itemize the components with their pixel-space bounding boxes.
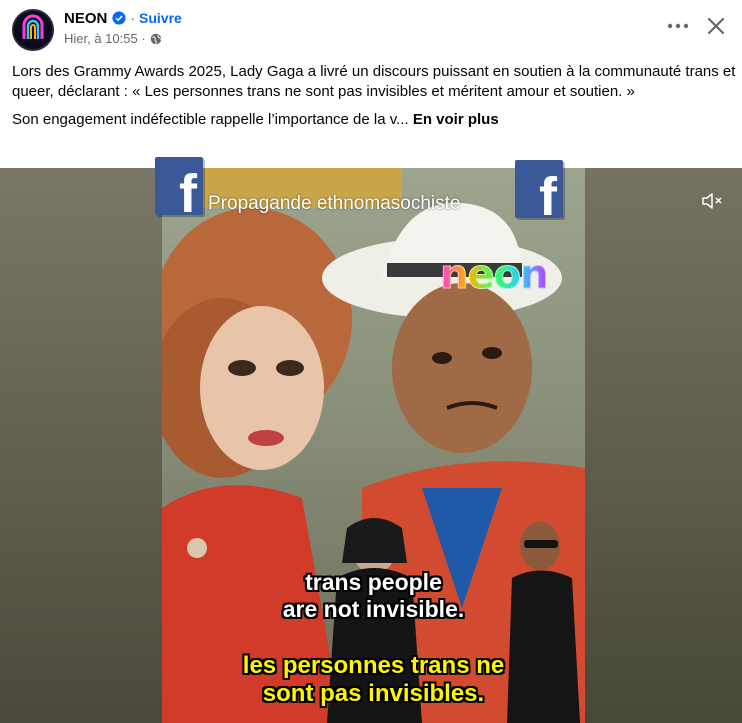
facebook-logo-icon: f [515,160,563,224]
post-paragraph-truncated: Son engagement indéfectible rappelle l’i… [12,111,409,128]
muted-speaker-icon [702,193,722,209]
neon-watermark: neon [440,252,550,299]
subtitle-english-line: trans people [305,569,442,595]
post-meta: Hier, à 10:55 · [64,31,162,46]
more-options-button[interactable] [660,12,696,40]
page-name[interactable]: NEON [64,10,107,27]
verified-badge-icon [112,11,126,25]
globe-icon[interactable] [150,33,162,45]
facebook-logo-icon: f [155,157,203,221]
post-body: Lors des Grammy Awards 2025, Lady Gaga a… [12,62,736,138]
page-name-row: NEON · Suivre [64,8,182,28]
post-header: NEON · Suivre Hier, à 10:55 · [0,0,742,56]
subtitle-french-line: les personnes trans ne [242,652,505,679]
close-button[interactable] [700,10,732,42]
close-icon [707,17,725,35]
neon-logo-icon [14,11,52,49]
video-player[interactable] [0,168,742,723]
video-overlay-title: Propagande ethnomasochiste [208,193,461,214]
post-paragraph: Son engagement indéfectible rappelle l’i… [12,110,736,130]
more-options-icon [667,23,689,29]
page-avatar[interactable] [12,9,54,51]
mute-button[interactable] [700,190,734,216]
subtitle-french-line: sont pas invisibles. [262,680,485,707]
see-more-link[interactable]: En voir plus [413,111,499,128]
subtitle-english-line: are not invisible. [282,596,465,622]
post-paragraph: Lors des Grammy Awards 2025, Lady Gaga a… [12,63,736,100]
video-blur-right [585,168,742,723]
separator-dot: · [130,10,136,26]
video-blur-left [0,168,162,723]
post-timestamp[interactable]: Hier, à 10:55 · [64,31,146,46]
follow-button[interactable]: Suivre [139,10,182,26]
